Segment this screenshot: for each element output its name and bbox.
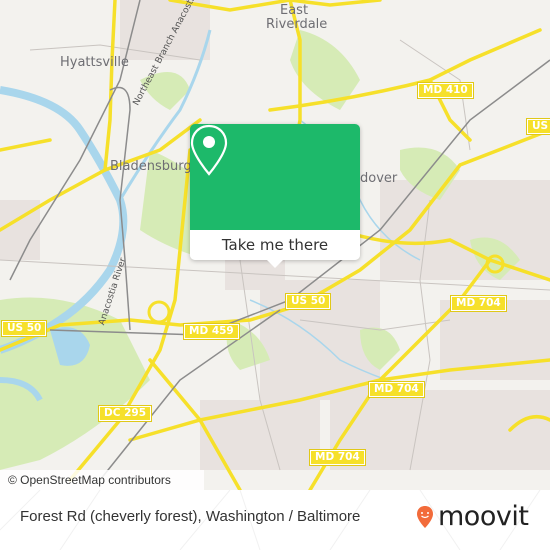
place-label-landover: dover	[360, 171, 398, 186]
place-label-hyattsville: Hyattsville	[60, 55, 129, 70]
stop-title: Forest Rd (cheverly forest), Washington …	[20, 508, 361, 525]
route-shield-md704-right: MD 704	[450, 295, 507, 312]
route-shield-md704-center: MD 704	[368, 381, 425, 398]
popup-header	[190, 124, 360, 230]
route-shield-dc295: DC 295	[98, 405, 152, 422]
footer: Forest Rd (cheverly forest), Washington …	[0, 490, 550, 550]
moovit-logo[interactable]: moovit	[416, 501, 529, 532]
location-popup: Take me there	[190, 124, 360, 268]
route-shield-us50-right: US 50	[525, 118, 550, 135]
route-shield-md704-bottom: MD 704	[309, 449, 366, 466]
route-shield-md459: MD 459	[183, 323, 240, 340]
take-me-there-button[interactable]: Take me there	[190, 230, 360, 260]
route-shield-us50-center: US 50	[284, 293, 332, 310]
map[interactable]: Hyattsville Bladensburg East Riverdale d…	[0, 0, 550, 490]
route-shield-md410: MD 410	[417, 82, 474, 99]
map-pin-icon	[190, 124, 228, 176]
route-shield-us50-left: US 50	[0, 320, 48, 337]
place-label-east: East	[280, 3, 309, 18]
place-label-riverdale: Riverdale	[266, 17, 328, 32]
moovit-smile-pin-icon	[417, 506, 433, 528]
place-label-bladensburg: Bladensburg	[110, 159, 192, 174]
popup-pointer	[267, 260, 283, 268]
interchange	[147, 300, 171, 324]
map-attribution[interactable]: © OpenStreetMap contributors	[0, 470, 204, 490]
moovit-wordmark: moovit	[438, 501, 529, 532]
